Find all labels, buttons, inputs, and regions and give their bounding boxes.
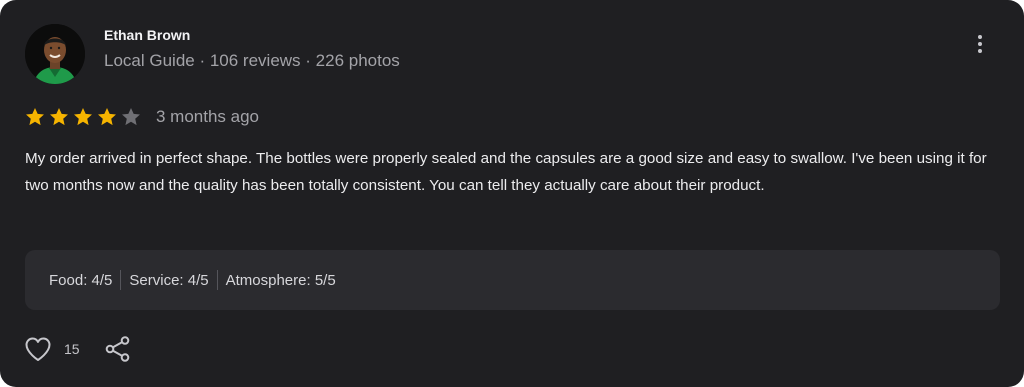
- review-time: 3 months ago: [156, 107, 260, 126]
- sub-rating: Service: 4/5: [129, 271, 209, 289]
- divider: [120, 270, 122, 290]
- share-icon: [105, 336, 130, 362]
- avatar-image: [25, 24, 85, 84]
- sub-ratings-panel: Food: 4/5 Service: 4/5 Atmosphere: 5/5: [25, 250, 1000, 310]
- review-text: My order arrived in perfect shape. The b…: [25, 150, 987, 194]
- like-count: 15: [64, 341, 80, 357]
- heart-icon: [25, 337, 51, 361]
- star-icon: [74, 108, 92, 126]
- star-icon: [122, 108, 140, 126]
- review-card: Ethan Brown Local Guide · 106 reviews · …: [0, 0, 1024, 387]
- star-icon: [26, 108, 44, 126]
- author-name[interactable]: Ethan Brown: [104, 27, 190, 43]
- more-options-button[interactable]: [966, 30, 994, 58]
- like-button[interactable]: [24, 336, 52, 362]
- sub-rating: Atmosphere: 5/5: [225, 271, 336, 289]
- star-rating: [24, 106, 142, 128]
- star-icon: [50, 108, 68, 126]
- author-meta: Local Guide · 106 reviews · 226 photos: [104, 51, 400, 70]
- divider: [216, 270, 218, 290]
- sub-rating: Food: 4/5: [49, 271, 113, 289]
- star-icon: [98, 108, 116, 126]
- share-button[interactable]: [104, 335, 132, 363]
- more-vertical-icon: [978, 35, 982, 39]
- avatar[interactable]: [25, 24, 85, 84]
